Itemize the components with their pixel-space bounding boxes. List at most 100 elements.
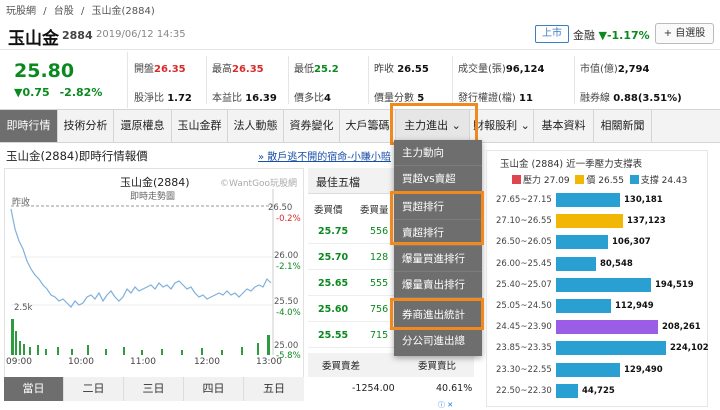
bid-ask-diff-value: -1254.00 (352, 383, 395, 394)
divider (452, 56, 453, 104)
x-axis-1200: 12:00 (194, 357, 220, 367)
orderbook-row: 25.75 556 (308, 220, 408, 244)
stock-name: 玉山金 (8, 29, 59, 49)
range-label: 23.30~22.55 (496, 364, 552, 375)
tab-technical[interactable]: 技術分析 (58, 110, 114, 142)
sector-change[interactable]: 金融 ▼-1.17% (573, 27, 650, 43)
range-value: 106,307 (612, 237, 651, 248)
range-bar (556, 299, 611, 313)
axis-price-26-00: 26.00 (274, 251, 299, 261)
range-label: 26.50~26.05 (496, 237, 552, 248)
intraday-price-line (10, 208, 272, 308)
listed-badge[interactable]: 上市 (535, 25, 569, 43)
range-label: 24.45~23.90 (496, 322, 552, 333)
orderbook-footer-values: -1254.00 40.61% (308, 377, 474, 401)
axis-pct-0-2: -0.2% (276, 214, 301, 224)
tab-major-holders[interactable]: 大戶籌碼 (340, 110, 396, 142)
legend-support: 支撐 24.43 (640, 176, 688, 186)
tab-basic[interactable]: 基本資料 (534, 110, 594, 142)
quote-prev: 昨收 26.55 (374, 64, 429, 75)
range-label: 27.65~27.15 (496, 195, 552, 205)
legend-price: 價 26.55 (586, 176, 625, 186)
col-bid-volume: 委買量 (360, 205, 389, 216)
bid-ask-ratio-label: 委買賣比 (418, 361, 457, 372)
ad-choices-icon[interactable]: ⓘ ✕ (438, 400, 453, 410)
tab-main-force[interactable]: 主力進出 ⌄ (396, 110, 470, 142)
range-bar (556, 277, 651, 292)
tab-realtime[interactable]: 即時行情 (0, 110, 58, 142)
axis-price-25-50: 25.50 (274, 297, 299, 307)
menu-item-surge-buy-ranking[interactable]: 爆量買進排行 (394, 246, 482, 272)
divider (368, 56, 369, 104)
axis-volume-2-5k: 2.5k (14, 303, 33, 313)
quote-warrants: 發行權證(檔) 11 (458, 93, 533, 104)
menu-item-net-buy-ranking[interactable]: 買超排行 (394, 194, 482, 220)
stock-time: 2019/06/12 14:35 (96, 29, 186, 40)
legend-swatch-support (629, 175, 639, 184)
range-bar (556, 235, 608, 250)
range-value: 208,261 (662, 322, 701, 333)
legend-resistance: 壓力 27.09 (523, 176, 570, 186)
range-label: 27.10~26.55 (496, 216, 552, 227)
orderbook-row: 25.55 715 (308, 324, 408, 348)
range-label: 25.40~25.07 (496, 279, 552, 290)
tab-3-day[interactable]: 三日 (124, 377, 184, 401)
support-resistance-title: 玉山金 (2884) 近一季壓力支撐表 (500, 159, 643, 170)
range-bar (556, 383, 578, 398)
quote-low: 最低25.2 (294, 64, 339, 75)
range-value: 137,123 (627, 216, 666, 227)
promo-link[interactable]: » 散戶逃不開的宿命-小賺小賠 (258, 148, 391, 163)
tab-news[interactable]: 相關新聞 (594, 110, 652, 142)
orderbook-row: 25.60 756 (308, 298, 408, 322)
menu-item-surge-sell-ranking[interactable]: 爆量賣出排行 (394, 272, 482, 298)
axis-pct-4-0: -4.0% (276, 308, 301, 318)
tab-adjusted[interactable]: 還原權息 (114, 110, 172, 142)
range-value: 112,949 (615, 301, 654, 311)
divider (288, 56, 289, 104)
tab-margin[interactable]: 資券變化 (284, 110, 340, 142)
stock-code: 2884 (62, 29, 93, 42)
bid-ask-ratio-value: 40.61% (436, 383, 473, 394)
range-bar (556, 341, 666, 356)
quote-open: 開盤26.35 (134, 64, 186, 75)
tab-4-day[interactable]: 四日 (184, 377, 244, 401)
price-box: 25.80 ▼0.75 -2.82% (0, 52, 128, 108)
day-range-tabs: 當日 二日 三日 四日 五日 (4, 377, 304, 401)
breadcrumb-home[interactable]: 玩股網 (6, 6, 36, 17)
axis-price-26-50: 26.50 (268, 203, 293, 213)
quote-volume: 成交量(張)96,124 (458, 64, 545, 75)
stock-header: 玉山金 2884 2019/06/12 14:35 上市 金融 ▼-1.17% … (0, 18, 720, 50)
main-force-dropdown: 主力動向 買超vs賣超 買超排行 賣超排行 爆量買進排行 爆量賣出排行 券商進出… (394, 140, 482, 356)
quote-margin: 融券線 0.88(3.51%) (580, 93, 682, 104)
tab-2-day[interactable]: 二日 (64, 377, 124, 401)
range-bar (556, 193, 620, 207)
menu-item-buy-vs-sell[interactable]: 買超vs賣超 (394, 166, 482, 192)
quote-yield: 價多比4 (294, 93, 331, 104)
range-label: 26.00~25.45 (496, 258, 552, 269)
menu-item-broker-stats[interactable]: 券商進出統計 (394, 302, 482, 328)
menu-item-main-force-trend[interactable]: 主力動向 (394, 140, 482, 166)
tab-group[interactable]: 玉山金群 (172, 110, 228, 142)
intraday-chart-svg (10, 189, 274, 355)
range-value: 44,725 (582, 385, 615, 396)
axis-pct-2-1: -2.1% (276, 262, 301, 272)
price-change: ▼0.75 -2.82% (14, 86, 112, 99)
tab-institutional[interactable]: 法人動態 (228, 110, 284, 142)
quote-mktcap: 市值(億)2,794 (580, 64, 650, 75)
range-bar (556, 362, 620, 377)
range-label: 22.50~22.30 (496, 385, 552, 396)
add-favorite-button[interactable]: + 自選股 (655, 23, 714, 44)
bid-ask-diff-label: 委買賣差 (322, 361, 361, 372)
main-tabs: 即時行情 技術分析 還原權息 玉山金群 法人動態 資券變化 大戶籌碼 主力進出 … (0, 109, 720, 143)
legend-swatch-price (575, 175, 585, 184)
sector-label: 金融 (573, 29, 595, 42)
range-value: 194,519 (655, 279, 694, 290)
menu-item-branch-summary[interactable]: 分公司進出總 (394, 328, 482, 354)
tab-1-day[interactable]: 當日 (4, 377, 64, 401)
menu-item-net-sell-ranking[interactable]: 賣超排行 (394, 220, 482, 246)
breadcrumb-tw-stock[interactable]: 台股 (54, 6, 74, 17)
tab-5-day[interactable]: 五日 (244, 377, 304, 401)
range-bar (556, 320, 658, 335)
quote-pe: 本益比 16.39 (212, 93, 277, 104)
tab-financials[interactable]: 財報股利 ⌄ (470, 110, 534, 142)
